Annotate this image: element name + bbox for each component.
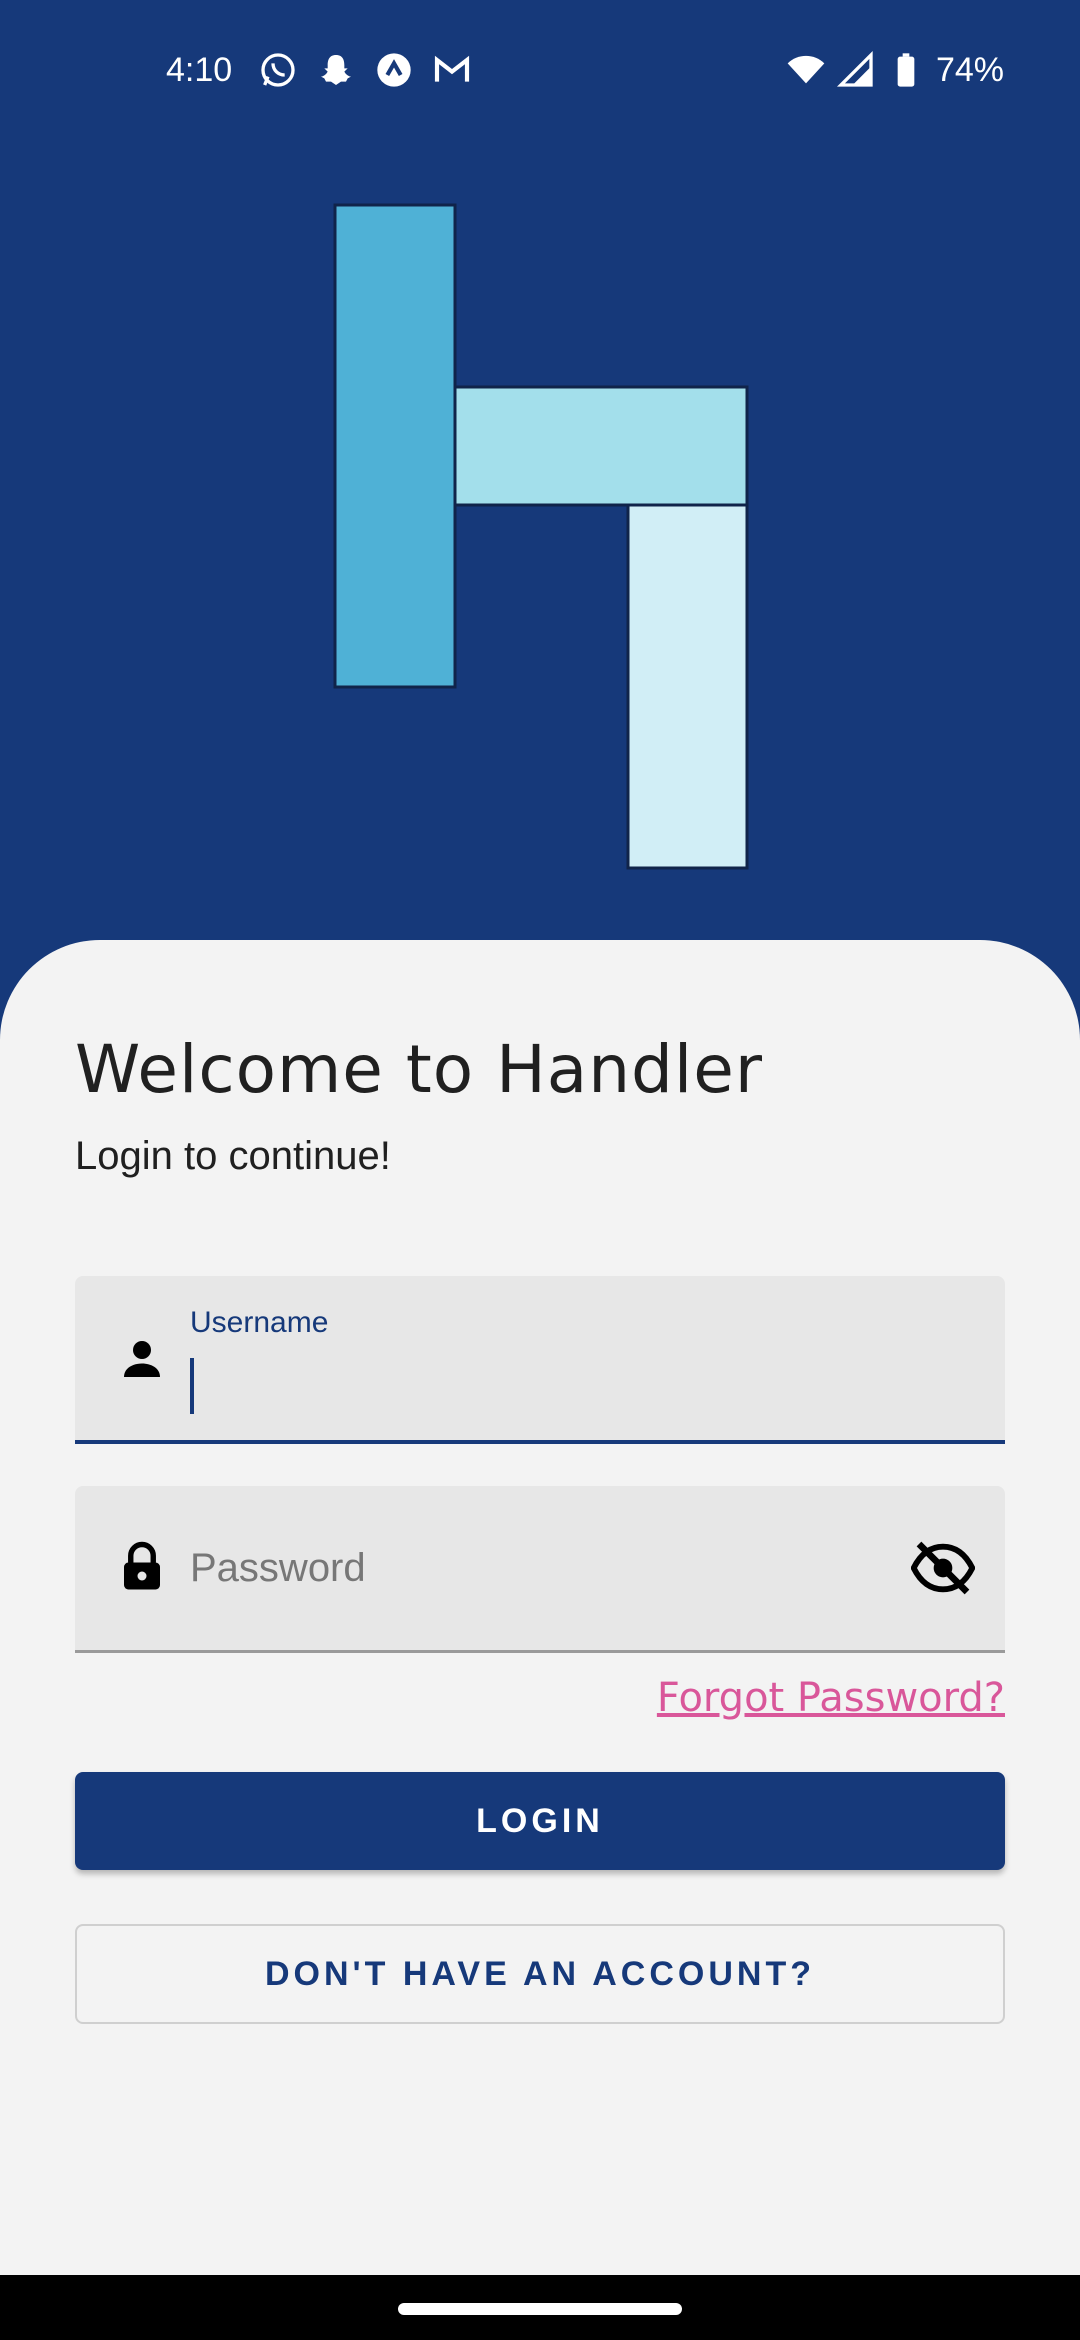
person-icon — [115, 1332, 169, 1386]
battery-icon — [886, 50, 926, 90]
app-arrow-icon — [374, 50, 414, 90]
home-gesture-bar[interactable] — [398, 2303, 682, 2315]
logo-middle-bar — [453, 385, 749, 507]
welcome-subtitle: Login to continue! — [75, 1134, 391, 1178]
notification-icons — [258, 50, 472, 90]
snapchat-icon — [316, 50, 356, 90]
username-input[interactable] — [190, 1354, 950, 1414]
login-button[interactable]: LOGIN — [75, 1772, 1005, 1870]
signup-button[interactable]: DON'T HAVE AN ACCOUNT? — [75, 1924, 1005, 2024]
password-input[interactable] — [190, 1538, 870, 1598]
welcome-title: Welcome to Handler — [75, 1031, 763, 1108]
system-status: 74% — [786, 48, 1004, 92]
handler-logo — [333, 203, 749, 870]
username-label: Username — [190, 1306, 329, 1339]
battery-percent: 74% — [935, 51, 1004, 89]
signal-icon — [836, 50, 876, 90]
gmail-icon — [432, 50, 472, 90]
wifi-icon — [786, 50, 826, 90]
password-field[interactable] — [75, 1486, 1005, 1653]
logo-right-bar — [626, 503, 749, 870]
logo-left-bar — [333, 203, 457, 689]
status-time: 4:10 — [166, 51, 233, 89]
navigation-bar — [0, 2275, 1080, 2340]
status-bar: 4:10 74% — [0, 0, 1080, 140]
visibility-off-icon[interactable] — [911, 1536, 975, 1600]
lock-icon — [115, 1540, 169, 1594]
forgot-password-link[interactable]: Forgot Password? — [657, 1672, 1005, 1724]
username-field[interactable]: Username — [75, 1276, 1005, 1444]
whatsapp-icon — [258, 50, 298, 90]
text-cursor — [190, 1358, 194, 1414]
